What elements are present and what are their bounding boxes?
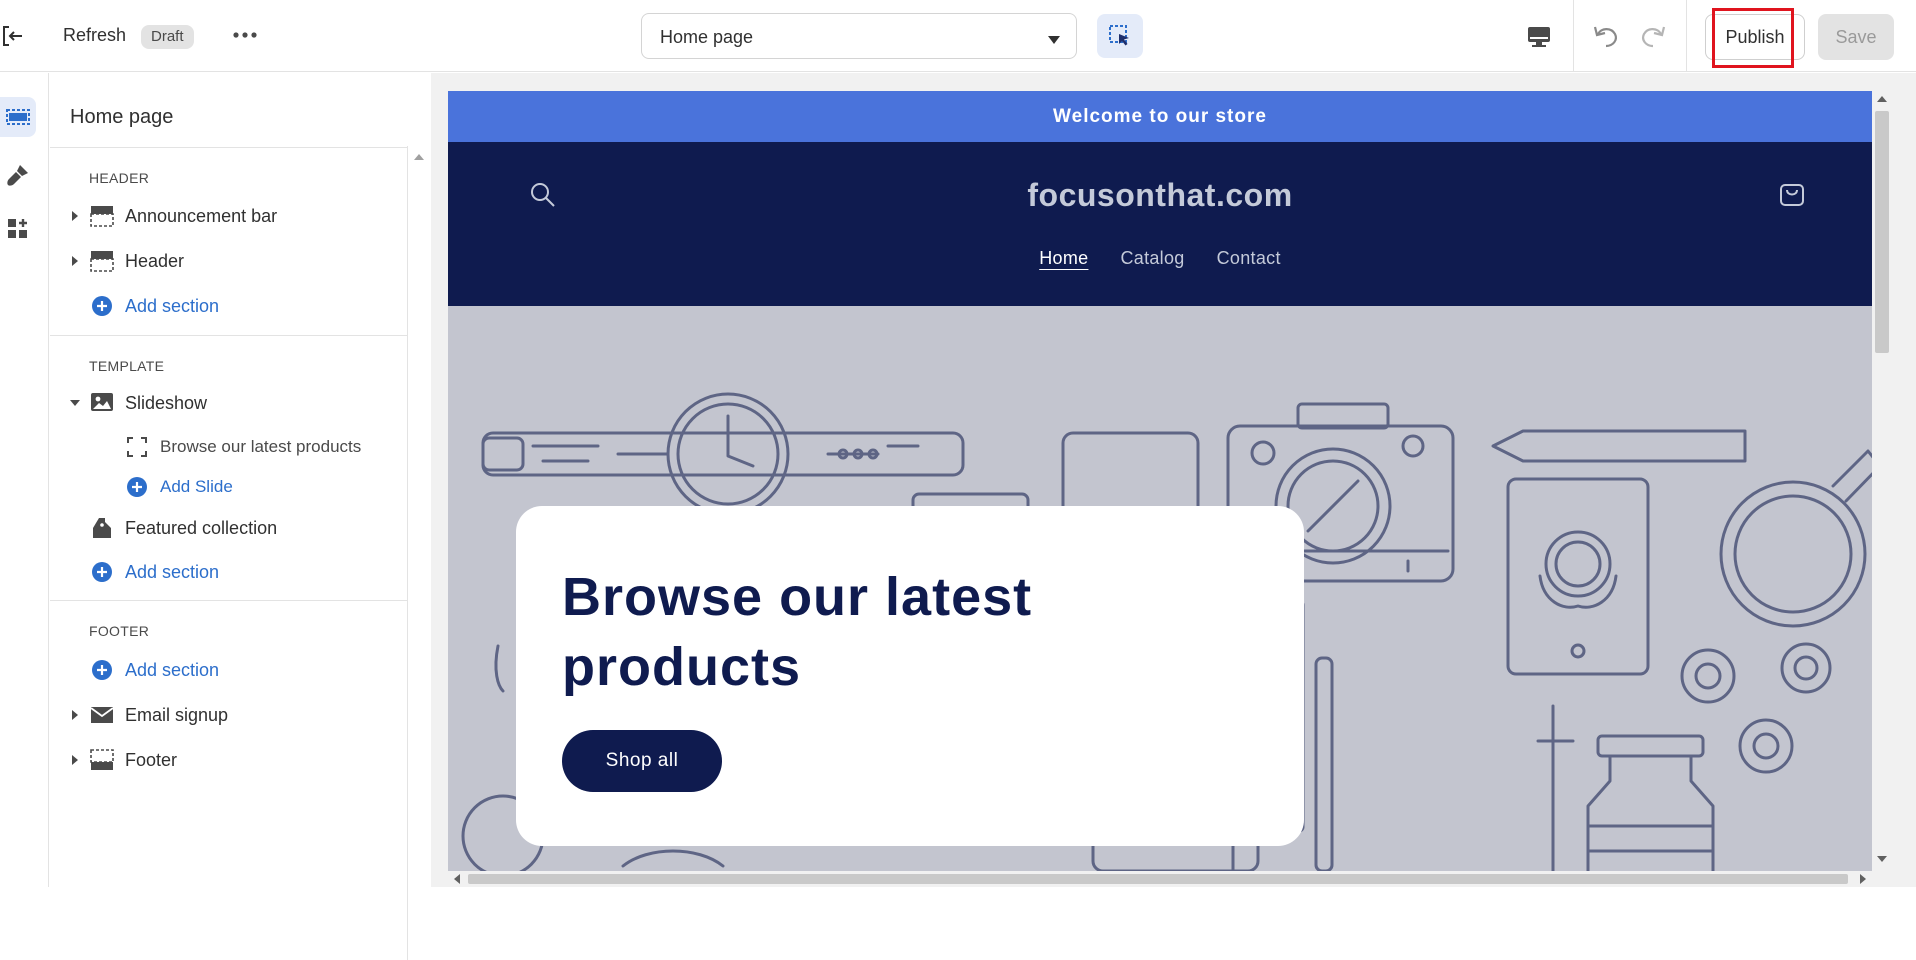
add-section-label: Add section <box>125 660 220 680</box>
scroll-right-icon[interactable] <box>1860 874 1866 884</box>
caret-down-icon[interactable] <box>70 400 80 406</box>
section-label: Email signup <box>125 705 229 725</box>
preview-vertical-scrollbar[interactable] <box>1872 91 1892 871</box>
layout-header-icon <box>90 204 114 228</box>
editor-rail <box>0 73 49 887</box>
plus-circle-icon <box>125 475 149 499</box>
slideshow-hero[interactable]: Browse our latest products Shop all <box>448 306 1872 871</box>
cart-icon[interactable] <box>1776 177 1808 209</box>
block-frame-icon <box>125 435 149 459</box>
toolbar-divider <box>1686 0 1687 72</box>
nav-link-contact[interactable]: Contact <box>1217 248 1281 269</box>
undo-icon[interactable] <box>1589 20 1623 52</box>
tag-icon <box>90 516 114 540</box>
nav-link-catalog[interactable]: Catalog <box>1120 248 1184 269</box>
section-footer[interactable]: Footer <box>50 742 407 778</box>
section-header[interactable]: Header <box>50 243 407 279</box>
divider <box>50 335 407 336</box>
page-selector[interactable]: Home page <box>641 13 1077 59</box>
section-label: Slideshow <box>125 393 208 413</box>
store-nav: Home Catalog Contact <box>448 248 1872 269</box>
add-section-label: Add section <box>125 296 220 316</box>
preview-horizontal-scrollbar[interactable] <box>448 871 1872 887</box>
panel-scrollbar[interactable] <box>408 140 430 887</box>
editor-topbar: Refresh Draft Home page Publish Save <box>0 0 1916 72</box>
desktop-icon[interactable] <box>1524 22 1554 52</box>
block-label: Browse our latest products <box>160 437 362 456</box>
scroll-up-icon[interactable] <box>414 154 424 160</box>
scroll-up-icon[interactable] <box>1877 96 1887 102</box>
scroll-left-icon[interactable] <box>454 874 460 884</box>
chevron-down-icon <box>1048 31 1060 49</box>
hero-text-card: Browse our latest products Shop all <box>516 506 1304 846</box>
add-section-footer[interactable]: Add section <box>50 652 407 688</box>
group-label-footer: FOOTER <box>89 623 150 639</box>
section-email-signup[interactable]: Email signup <box>50 697 407 733</box>
divider <box>50 600 407 601</box>
redo-icon[interactable] <box>1636 20 1670 52</box>
plus-circle-icon <box>90 658 114 682</box>
store-preview[interactable]: Welcome to our store focusonthat.com Hom… <box>448 91 1872 871</box>
shop-all-button[interactable]: Shop all <box>562 730 722 792</box>
refresh-link[interactable]: Refresh <box>63 25 126 46</box>
status-badge: Draft <box>141 25 194 49</box>
image-icon <box>90 391 114 415</box>
layout-footer-icon <box>90 748 114 772</box>
page-selector-value: Home page <box>660 27 754 47</box>
divider <box>50 147 407 148</box>
caret-right-icon[interactable] <box>72 256 78 266</box>
section-featured-collection[interactable]: Featured collection <box>50 510 407 546</box>
email-icon <box>90 703 114 727</box>
add-section-template[interactable]: Add section <box>50 554 407 590</box>
publish-button[interactable]: Publish <box>1705 14 1805 60</box>
section-label: Footer <box>125 750 178 770</box>
block-slide[interactable]: Browse our latest products <box>50 429 407 465</box>
scrollbar-thumb[interactable] <box>468 874 1848 884</box>
store-name[interactable]: focusonthat.com <box>448 177 1872 214</box>
panel-title: Home page <box>70 106 174 128</box>
add-slide[interactable]: Add Slide <box>50 469 407 505</box>
group-label-template: TEMPLATE <box>89 358 165 374</box>
toolbar-divider <box>1573 0 1574 72</box>
sections-panel: Home page HEADER Announcement bar Header… <box>50 73 408 960</box>
add-slide-label: Add Slide <box>160 477 233 496</box>
add-section-header[interactable]: Add section <box>50 288 407 324</box>
scrollbar-thumb[interactable] <box>1875 111 1889 353</box>
select-element-icon[interactable] <box>1097 14 1143 58</box>
layout-header-icon <box>90 249 114 273</box>
plus-circle-icon <box>90 294 114 318</box>
store-header[interactable]: focusonthat.com Home Catalog Contact <box>448 142 1872 306</box>
section-label: Featured collection <box>125 518 278 538</box>
section-label: Announcement bar <box>125 206 278 226</box>
exit-icon[interactable] <box>0 23 26 49</box>
announcement-bar[interactable]: Welcome to our store <box>448 91 1872 142</box>
more-horizontal-icon[interactable] <box>230 20 260 50</box>
group-label-header: HEADER <box>89 170 150 186</box>
caret-right-icon[interactable] <box>72 211 78 221</box>
section-announcement-bar[interactable]: Announcement bar <box>50 198 407 234</box>
hero-title[interactable]: Browse our latest products <box>562 562 1262 702</box>
section-label: Header <box>125 251 185 271</box>
caret-right-icon[interactable] <box>72 755 78 765</box>
theme-settings-icon[interactable] <box>0 155 36 195</box>
nav-link-home[interactable]: Home <box>1039 248 1088 269</box>
caret-right-icon[interactable] <box>72 710 78 720</box>
add-section-label: Add section <box>125 562 220 582</box>
section-slideshow[interactable]: Slideshow <box>50 385 407 421</box>
apps-icon[interactable] <box>0 209 36 249</box>
plus-circle-icon <box>90 560 114 584</box>
save-button[interactable]: Save <box>1818 14 1894 60</box>
sections-icon[interactable] <box>0 97 36 137</box>
scroll-down-icon[interactable] <box>1877 856 1887 862</box>
